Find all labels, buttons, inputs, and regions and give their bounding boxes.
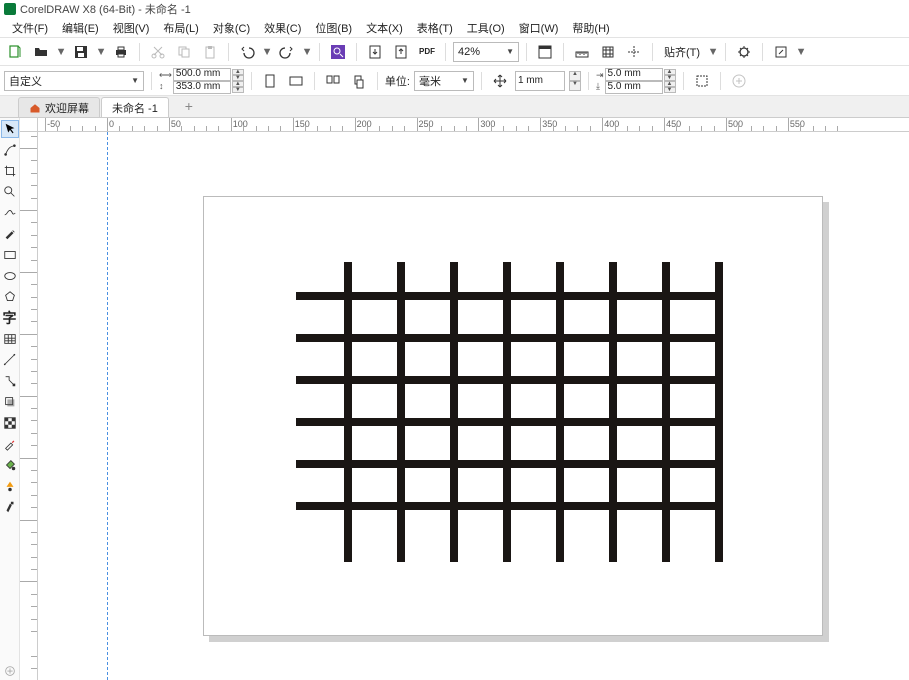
show-rulers-button[interactable] [571, 41, 593, 63]
property-bar: 自定义▼ ⟷ ↕ 500.0 mm 353.0 mm ▲▼ ▲▼ 单位: 毫米▼… [0, 66, 909, 96]
home-icon [29, 102, 41, 114]
portrait-button[interactable] [259, 70, 281, 92]
menu-text[interactable]: 文本(X) [360, 19, 409, 37]
shape-tool[interactable] [1, 141, 19, 159]
export-button[interactable] [390, 41, 412, 63]
snap-dropdown[interactable]: ▼ [708, 41, 718, 63]
landscape-button[interactable] [285, 70, 307, 92]
treat-as-filled-button[interactable] [691, 70, 713, 92]
connector-tool[interactable] [1, 372, 19, 390]
zoom-tool[interactable] [1, 183, 19, 201]
drop-shadow-tool[interactable] [1, 393, 19, 411]
page-height-field[interactable]: 353.0 mm [173, 81, 231, 94]
text-tool[interactable]: 字 [1, 309, 19, 327]
interactive-fill-tool[interactable] [1, 456, 19, 474]
cut-button[interactable] [147, 41, 169, 63]
snap-to-button[interactable]: 贴齐(T) [660, 41, 704, 63]
undo-dropdown[interactable]: ▼ [262, 41, 272, 63]
pick-tool[interactable] [1, 120, 19, 138]
transparency-tool[interactable] [1, 414, 19, 432]
dimension-tool[interactable] [1, 351, 19, 369]
tab-welcome[interactable]: 欢迎屏幕 [18, 97, 100, 117]
search-content-button[interactable] [327, 41, 349, 63]
dup-x-field[interactable]: 5.0 mm [605, 68, 663, 81]
nudge-field[interactable]: 1 mm [515, 71, 565, 91]
new-button[interactable] [4, 41, 26, 63]
redo-button[interactable] [276, 41, 298, 63]
dup-y-field[interactable]: 5.0 mm [605, 81, 663, 94]
options-button[interactable] [733, 41, 755, 63]
undo-button[interactable] [236, 41, 258, 63]
vertical-guideline[interactable] [107, 132, 108, 680]
open-button[interactable] [30, 41, 52, 63]
fullscreen-button[interactable] [534, 41, 556, 63]
units-label: 单位: [385, 73, 410, 89]
redo-dropdown[interactable]: ▼ [302, 41, 312, 63]
app-launcher-dropdown[interactable]: ▼ [796, 41, 806, 63]
canvas-area[interactable]: -50050100150200250300350400450500550 050… [20, 118, 909, 680]
eyedropper-tool[interactable] [1, 435, 19, 453]
publish-pdf-button[interactable]: PDF [416, 41, 438, 63]
menu-bar: 文件(F) 编辑(E) 视图(V) 布局(L) 对象(C) 效果(C) 位图(B… [0, 18, 909, 38]
save-dropdown[interactable]: ▼ [96, 41, 106, 63]
add-tab-button[interactable]: + [170, 97, 208, 117]
show-guidelines-button[interactable] [623, 41, 645, 63]
app-title: CorelDRAW X8 (64-Bit) - 未命名 -1 [20, 1, 191, 17]
horizontal-ruler[interactable]: -50050100150200250300350400450500550 [38, 118, 909, 132]
grid-artwork [296, 262, 720, 562]
standard-toolbar: ▼ ▼ ▼ ▼ PDF 42%▼ 贴齐(T) ▼ ▼ [0, 38, 909, 66]
add-preset-button[interactable] [728, 70, 750, 92]
menu-layout[interactable]: 布局(L) [157, 19, 204, 37]
print-button[interactable] [110, 41, 132, 63]
save-button[interactable] [70, 41, 92, 63]
show-grid-button[interactable] [597, 41, 619, 63]
units-combo[interactable]: 毫米▼ [414, 71, 474, 91]
menu-tools[interactable]: 工具(O) [461, 19, 511, 37]
menu-file[interactable]: 文件(F) [6, 19, 54, 37]
polygon-tool[interactable] [1, 288, 19, 306]
vertical-ruler[interactable]: 050100150200250300-50 [20, 132, 38, 680]
crop-tool[interactable] [1, 162, 19, 180]
copy-button[interactable] [173, 41, 195, 63]
menu-edit[interactable]: 编辑(E) [56, 19, 105, 37]
outline-pen-tool[interactable] [1, 498, 19, 516]
app-launcher-button[interactable] [770, 41, 792, 63]
menu-bitmap[interactable]: 位图(B) [309, 19, 358, 37]
current-page-button[interactable] [348, 70, 370, 92]
app-logo [4, 3, 16, 15]
rectangle-tool[interactable] [1, 246, 19, 264]
page-width-field[interactable]: 500.0 mm [173, 68, 231, 81]
ruler-origin[interactable] [20, 118, 38, 132]
zoom-combo[interactable]: 42%▼ [453, 42, 519, 62]
smart-fill-tool[interactable] [1, 477, 19, 495]
toolbox: 字 [0, 118, 20, 680]
menu-object[interactable]: 对象(C) [207, 19, 256, 37]
all-pages-button[interactable] [322, 70, 344, 92]
table-tool[interactable] [1, 330, 19, 348]
tab-document[interactable]: 未命名 -1 [101, 97, 169, 117]
menu-effects[interactable]: 效果(C) [258, 19, 307, 37]
open-dropdown[interactable]: ▼ [56, 41, 66, 63]
page-preset-combo[interactable]: 自定义▼ [4, 71, 144, 91]
freehand-tool[interactable] [1, 204, 19, 222]
quick-customize-button[interactable] [1, 662, 19, 680]
menu-table[interactable]: 表格(T) [411, 19, 459, 37]
paste-button[interactable] [199, 41, 221, 63]
title-bar: CorelDRAW X8 (64-Bit) - 未命名 -1 [0, 0, 909, 18]
workspace: 字 -50050100150200250300350400450500550 0… [0, 118, 909, 680]
menu-help[interactable]: 帮助(H) [566, 19, 615, 37]
import-button[interactable] [364, 41, 386, 63]
ellipse-tool[interactable] [1, 267, 19, 285]
nudge-icon [489, 70, 511, 92]
menu-view[interactable]: 视图(V) [107, 19, 156, 37]
menu-window[interactable]: 窗口(W) [513, 19, 565, 37]
artistic-media-tool[interactable] [1, 225, 19, 243]
document-tabs: 欢迎屏幕 未命名 -1 + [0, 96, 909, 118]
